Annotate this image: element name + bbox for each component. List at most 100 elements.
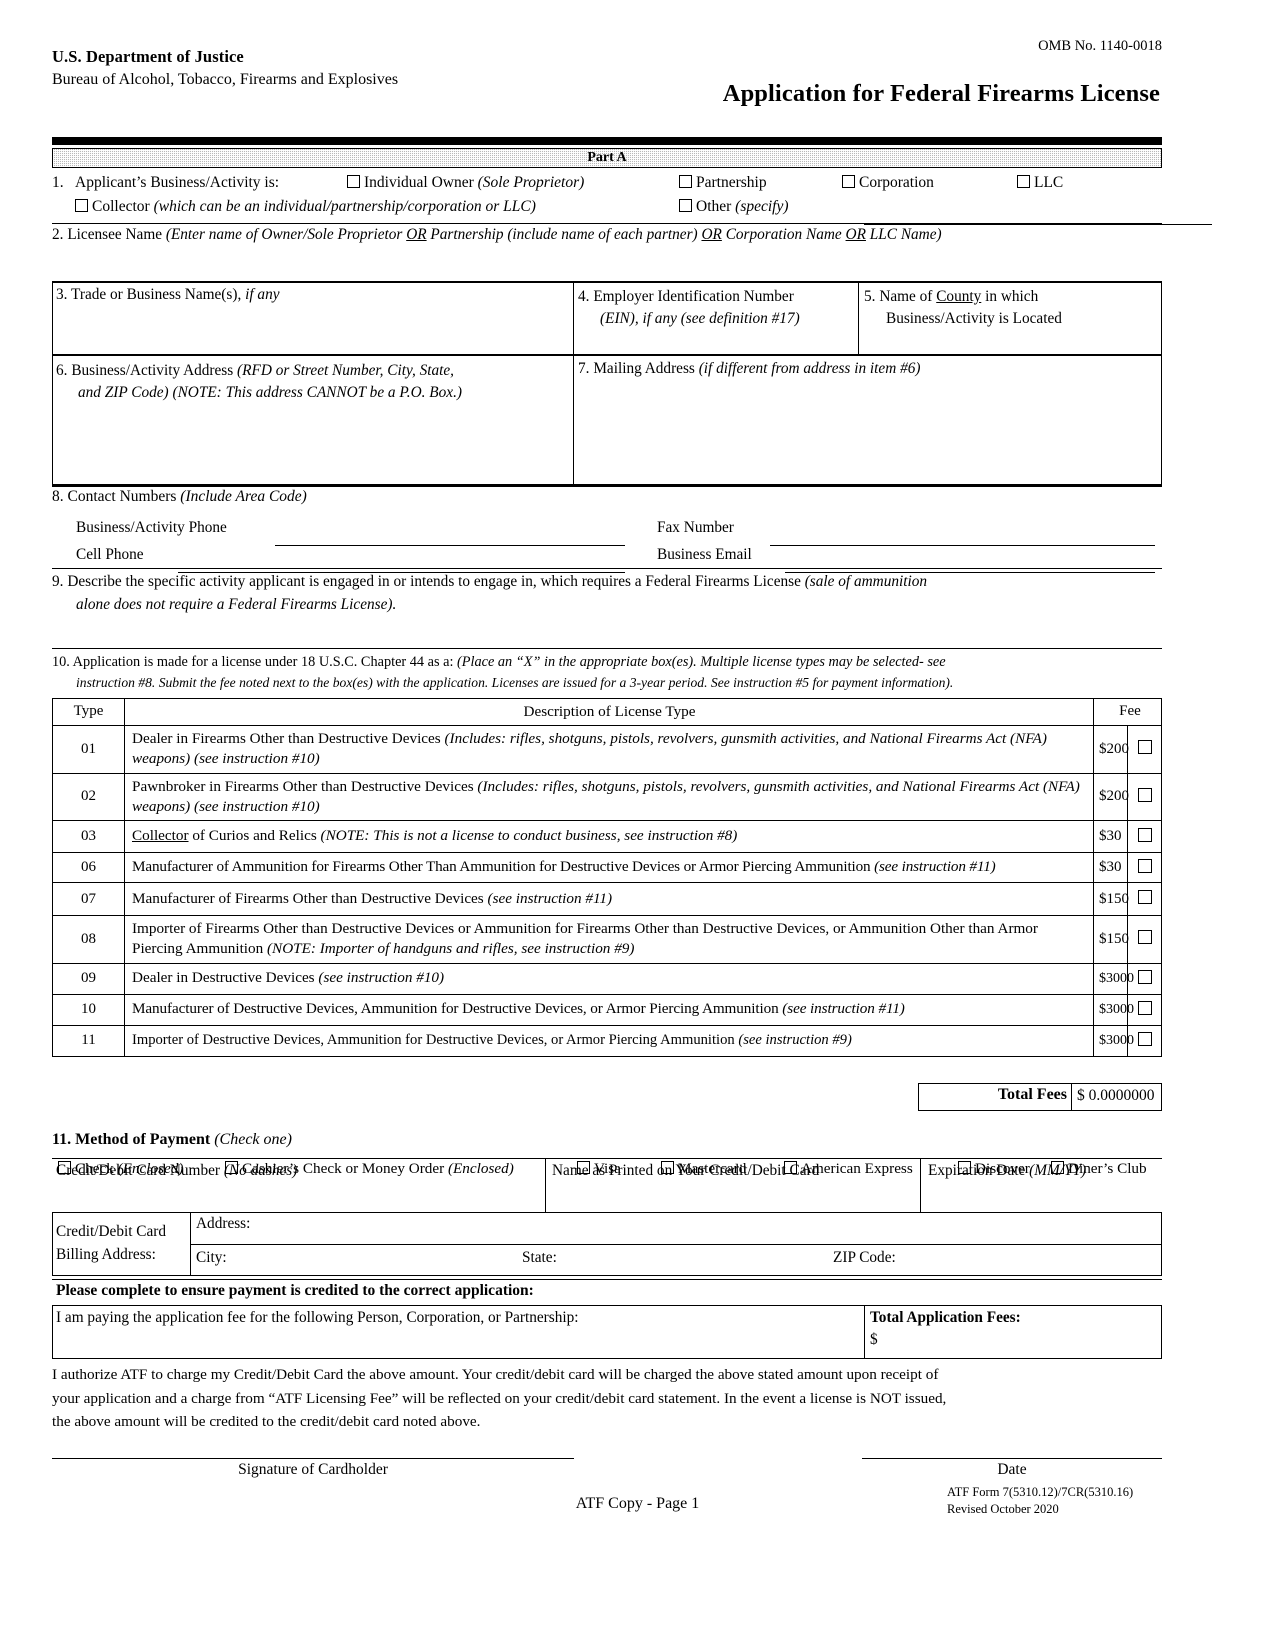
checkbox-corporation[interactable]: Corporation [842,172,934,194]
item-5-label-a: Name of [879,288,937,305]
row-09-desc-main: Dealer in Destructive Devices [132,969,319,987]
row-06-desc-main: Manufacturer of Ammunition for Firearms … [132,858,875,876]
note-collector: (which can be an individual/partnership/… [153,198,536,215]
row-03-description: Collector of Curios and Relics (NOTE: Th… [124,820,1094,854]
row-01-type: 01 [52,725,125,774]
rule-above-item-9 [52,568,1162,569]
row-06-desc-italic: (see instruction #11) [874,858,996,876]
divider-item6-item7 [573,355,574,485]
atf-form-page: U.S. Department of Justice Bureau of Alc… [0,0,1275,1650]
checkbox-license-03[interactable] [1137,827,1152,842]
checkbox-license-11[interactable] [1137,1031,1152,1046]
checkbox-square-partnership[interactable] [679,175,692,188]
checkbox-license-06[interactable] [1137,858,1152,873]
checkbox-license-10[interactable] [1137,1000,1152,1015]
item-3-number: 3. [56,286,68,303]
row-09-type: 09 [52,962,125,995]
total-fees-value: $ 0.0000000 [1077,1087,1155,1104]
checkbox-square-individual-owner[interactable] [347,175,360,188]
value-total-application-fees: $ [870,1331,878,1348]
checkbox-square-corporation[interactable] [842,175,855,188]
part-a-banner: Part A [52,148,1162,168]
rule-above-item-8 [52,485,1162,487]
item-10-number: 10. [52,654,70,670]
item-3-label: Trade or Business Name(s), [71,286,242,303]
divider-item4-item5 [858,282,859,355]
item-6-label: Business/Activity Address [71,362,234,379]
checkbox-license-09[interactable] [1137,969,1152,984]
checkbox-other[interactable]: Other (specify) [679,196,789,218]
table-row: 10 Manufacturer of Destructive Devices, … [52,993,1162,1026]
item-2-note-d: LLC Name) [865,226,942,243]
header-fee: Fee [1093,697,1162,727]
checkbox-license-07[interactable] [1137,890,1152,905]
checkbox-license-08[interactable] [1137,930,1152,945]
checkbox-individual-owner[interactable]: Individual Owner (Sole Proprietor) [347,172,584,194]
item-2-input-area[interactable] [52,248,1162,282]
item-2-or-2: OR [701,226,722,243]
label-card-name: Name as Printed on Your Credit/Debit Car… [552,1162,820,1179]
item-7-mailing-address: 7. Mailing Address (if different from ad… [578,360,921,378]
footer-revision-date: Revised October 2020 [947,1501,1059,1516]
row-02-checkbox-cell[interactable] [1127,772,1162,822]
item-5-county: 5. Name of County in which Business/Acti… [864,286,1062,330]
note-other: (specify) [735,198,789,215]
item-6-business-address: 6. Business/Activity Address (RFD or Str… [56,360,462,404]
item-4-note: (EIN), if any (see definition #17) [600,310,800,328]
item-8-label: Contact Numbers [67,488,177,505]
label-billing-city: City: [196,1249,227,1266]
row-11-desc-italic: (see instruction #9) [738,1031,852,1048]
item-6-note-line1: (RFD or Street Number, City, State, [237,362,455,379]
row-03-type: 03 [52,820,125,854]
row-06-checkbox-cell[interactable] [1127,852,1162,884]
divider-card-number-name [545,1158,546,1212]
checkbox-license-01[interactable] [1137,740,1152,755]
row-01-checkbox-cell[interactable] [1127,725,1162,774]
total-fees-box: Total Fees $ 0.0000000 [918,1083,1162,1111]
row-02-description: Pawnbroker in Firearms Other than Destru… [124,772,1094,822]
row-02-desc-main: Pawnbroker in Firearms Other than Destru… [132,777,478,795]
checkbox-collector[interactable]: Collector (which can be an individual/pa… [75,196,536,218]
item-3-note: if any [245,286,280,303]
table-row: 02 Pawnbroker in Firearms Other than Des… [52,772,1162,822]
row-03-desc-italic: (NOTE: This is not a license to conduct … [320,827,738,845]
authorization-line-2: your application and a charge from “ATF … [52,1389,947,1407]
row-07-checkbox-cell[interactable] [1127,882,1162,917]
billing-title-line2: Billing Address: [56,1245,156,1263]
checkbox-llc[interactable]: LLC [1017,172,1063,194]
item-9-input-area[interactable] [52,615,1162,650]
item-2-or-3: OR [845,226,866,243]
billing-title-line1: Credit/Debit Card [56,1223,167,1240]
checkbox-license-02[interactable] [1137,787,1152,802]
input-business-phone[interactable] [275,533,625,546]
department-name: U.S. Department of Justice [52,47,244,66]
checkbox-square-collector[interactable] [75,199,88,212]
row-08-checkbox-cell[interactable] [1127,915,1162,964]
date-line[interactable] [862,1458,1162,1459]
item-6-note-line2: and ZIP Code) (NOTE: This address CANNOT… [78,384,462,402]
item-3-trade-name: 3. Trade or Business Name(s), if any [56,286,280,304]
input-fax-number[interactable] [770,533,1155,546]
item-2-note-b: Partnership (include name of each partne… [426,226,702,243]
divider-paying-for-total [864,1305,865,1359]
label-partnership: Partnership [696,174,767,191]
signature-line[interactable] [52,1458,574,1459]
checkbox-square-other[interactable] [679,199,692,212]
item-2-label: Licensee Name [67,226,163,243]
card-number-note: (No dashes) [223,1162,298,1179]
item-11-number: 11. [52,1131,72,1148]
row-02-fee: $200 [1093,772,1129,822]
row-03-checkbox-cell[interactable] [1127,820,1162,854]
label-signature-of-cardholder: Signature of Cardholder [238,1461,388,1478]
row-07-desc-main: Manufacturer of Firearms Other than Dest… [132,889,488,907]
authorization-line-1: I authorize ATF to charge my Credit/Debi… [52,1366,939,1383]
header-description: Description of License Type [124,697,1094,727]
item-9-text-line1: Describe the specific activity applicant… [67,573,805,590]
row-01-desc-main: Dealer in Firearms Other than Destructiv… [132,730,445,748]
page-title: Application for Federal Firearms License [722,80,1160,107]
item-5-number: 5. [864,288,876,305]
checkbox-square-llc[interactable] [1017,175,1030,188]
note-individual-owner: (Sole Proprietor) [477,174,585,191]
agency-block: U.S. Department of Justice Bureau of Alc… [52,46,398,91]
checkbox-partnership[interactable]: Partnership [679,172,767,194]
